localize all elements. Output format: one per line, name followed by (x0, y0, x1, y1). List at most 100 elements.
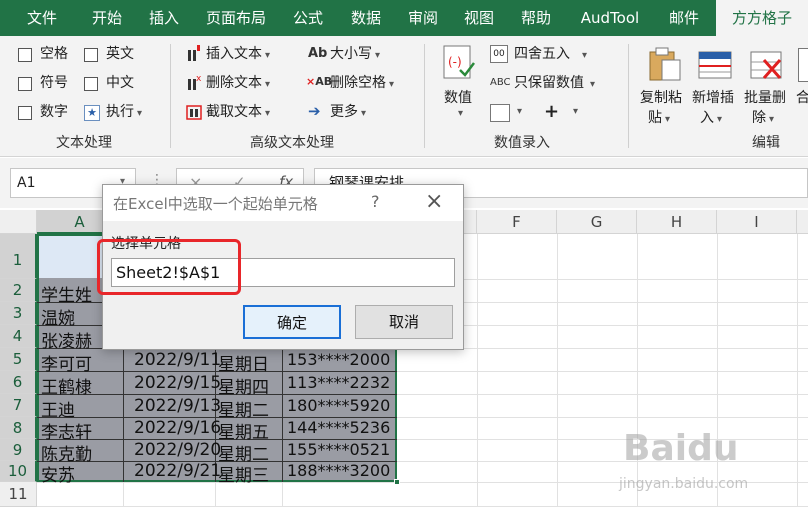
batch-delete-icon (750, 48, 786, 82)
row-header-5[interactable]: 5 (0, 348, 37, 371)
column-header-f[interactable]: F (477, 210, 557, 234)
extract-text-icon (186, 102, 202, 120)
svg-text:(-): (-) (448, 55, 462, 69)
group-divider (628, 44, 629, 148)
delete-spaces-button[interactable]: 删除空格 ▾ (330, 71, 394, 95)
row-header-8[interactable]: 8 (0, 417, 37, 439)
delete-space-icon: ×AB (306, 75, 333, 88)
cell-a10[interactable]: 安苏 (41, 461, 75, 486)
merge-button[interactable]: 合 (796, 86, 808, 110)
chevron-down-icon: ▾ (573, 106, 579, 117)
chinese-checkbox[interactable] (84, 77, 98, 91)
cell-d6[interactable]: 113****2232 (287, 373, 390, 392)
extract-text-button[interactable]: 截取文本 ▾ (206, 100, 270, 124)
cell-c10[interactable]: 星期三 (218, 461, 269, 486)
cell-a4[interactable]: 张凌赫 (41, 327, 92, 352)
cell-c6[interactable]: 星期四 (218, 373, 269, 398)
cell-b10[interactable]: 2022/9/21 (134, 461, 221, 481)
chevron-down-icon: ▾ (265, 79, 271, 90)
row-header-11[interactable]: 11 (0, 482, 37, 507)
tab-fangfang-gezi[interactable]: 方方格子 (716, 0, 808, 36)
tab-formulas[interactable]: 公式 (284, 0, 332, 36)
keep-values-button[interactable]: 只保留数值 ▾ (514, 71, 595, 95)
cell-b8[interactable]: 2022/9/16 (134, 418, 221, 438)
row-header-3[interactable]: 3 (0, 302, 37, 325)
group-divider (424, 44, 425, 148)
copy-paste-label-2: 贴 ▾ (648, 110, 671, 126)
symbol-checkbox[interactable] (18, 77, 32, 91)
delete-text-icon: x (186, 73, 202, 91)
delete-spaces-label: 删除空格 (330, 75, 386, 91)
row-header-7[interactable]: 7 (0, 394, 37, 417)
group-divider (170, 44, 171, 148)
cell-b6[interactable]: 2022/9/15 (134, 373, 221, 393)
more-button[interactable]: 更多 ▾ (330, 100, 366, 124)
cell-b7[interactable]: 2022/9/13 (134, 396, 221, 416)
chevron-down-icon: ▾ (517, 106, 523, 117)
select-all-corner[interactable] (0, 210, 37, 234)
row-header-10[interactable]: 10 (0, 461, 37, 482)
watermark-url: jingyan.baidu.com (619, 476, 749, 492)
column-header-h[interactable]: H (637, 210, 717, 234)
tab-review[interactable]: 审阅 (398, 0, 448, 36)
close-icon[interactable]: × (425, 189, 443, 214)
tab-file[interactable]: 文件 (14, 0, 70, 36)
row-header-1[interactable]: 1 (0, 234, 37, 279)
column-header-g[interactable]: G (557, 210, 637, 234)
english-checkbox[interactable] (84, 48, 98, 62)
gridline (282, 482, 283, 507)
cell-a6[interactable]: 王鹤棣 (41, 373, 92, 398)
row-header-6[interactable]: 6 (0, 371, 37, 394)
batch-delete-label-2: 除 ▾ (752, 110, 775, 126)
tab-audtool[interactable]: AudTool (572, 0, 648, 36)
cell-b9[interactable]: 2022/9/20 (134, 440, 221, 460)
tab-data[interactable]: 数据 (340, 0, 392, 36)
row-header-2[interactable]: 2 (0, 279, 37, 302)
plus-button[interactable]: + (544, 100, 559, 124)
tab-help[interactable]: 帮助 (510, 0, 562, 36)
space-checkbox[interactable] (18, 48, 32, 62)
cell-a2[interactable]: 学生姓 (41, 281, 92, 306)
chevron-down-icon: ▾ (582, 50, 588, 61)
row-header-9[interactable]: 9 (0, 439, 37, 461)
chevron-down-icon: ▾ (265, 50, 271, 61)
numeric-value-button[interactable]: 数值 (444, 86, 472, 110)
delete-text-button[interactable]: 删除文本 ▾ (206, 71, 270, 95)
ok-button[interactable]: 确定 (243, 305, 341, 339)
text-group-label: 文本处理 (56, 135, 112, 151)
merge-icon (798, 48, 808, 82)
run-button[interactable]: 执行 ▾ (106, 100, 142, 124)
column-header-i[interactable]: I (717, 210, 797, 234)
cell-a3[interactable]: 温婉 (41, 304, 75, 329)
cell-d8[interactable]: 144****5236 (287, 418, 390, 437)
cell-c5[interactable]: 星期日 (218, 350, 269, 375)
english-label: 英文 (106, 46, 134, 62)
column-header-j[interactable] (797, 210, 808, 234)
tab-view[interactable]: 视图 (454, 0, 504, 36)
insert-text-button[interactable]: 插入文本 ▾ (206, 42, 270, 66)
case-button[interactable]: 大小写 ▾ (330, 42, 380, 66)
fill-handle[interactable] (394, 479, 400, 485)
gridline (123, 482, 124, 507)
cell-a5[interactable]: 李可可 (41, 350, 92, 375)
insert-text-label: 插入文本 (206, 46, 262, 62)
tab-insert[interactable]: 插入 (138, 0, 190, 36)
cell-d10[interactable]: 188****3200 (287, 461, 390, 480)
numeric-group-label: 数值录入 (494, 135, 550, 151)
dialog-title: 在Excel中选取一个起始单元格 (113, 195, 318, 213)
cell-d5[interactable]: 153****2000 (287, 350, 390, 369)
number-checkbox[interactable] (18, 106, 32, 120)
cell-d9[interactable]: 155****0521 (287, 440, 390, 459)
row-header-4[interactable]: 4 (0, 325, 37, 348)
tab-mail[interactable]: 邮件 (658, 0, 710, 36)
edit-group-label: 编辑 (752, 135, 780, 151)
cell-b5[interactable]: 2022/9/11 (134, 350, 221, 370)
cell-d7[interactable]: 180****5920 (287, 396, 390, 415)
tab-page-layout[interactable]: 页面布局 (196, 0, 276, 36)
round-button[interactable]: 四舍五入 ▾ (514, 42, 587, 66)
clipboard-icon (648, 46, 682, 82)
dialog-titlebar[interactable]: 在Excel中选取一个起始单元格 ? × (103, 185, 463, 221)
tab-home[interactable]: 开始 (78, 0, 136, 36)
help-icon[interactable]: ? (371, 192, 380, 211)
cancel-button[interactable]: 取消 (355, 305, 453, 339)
